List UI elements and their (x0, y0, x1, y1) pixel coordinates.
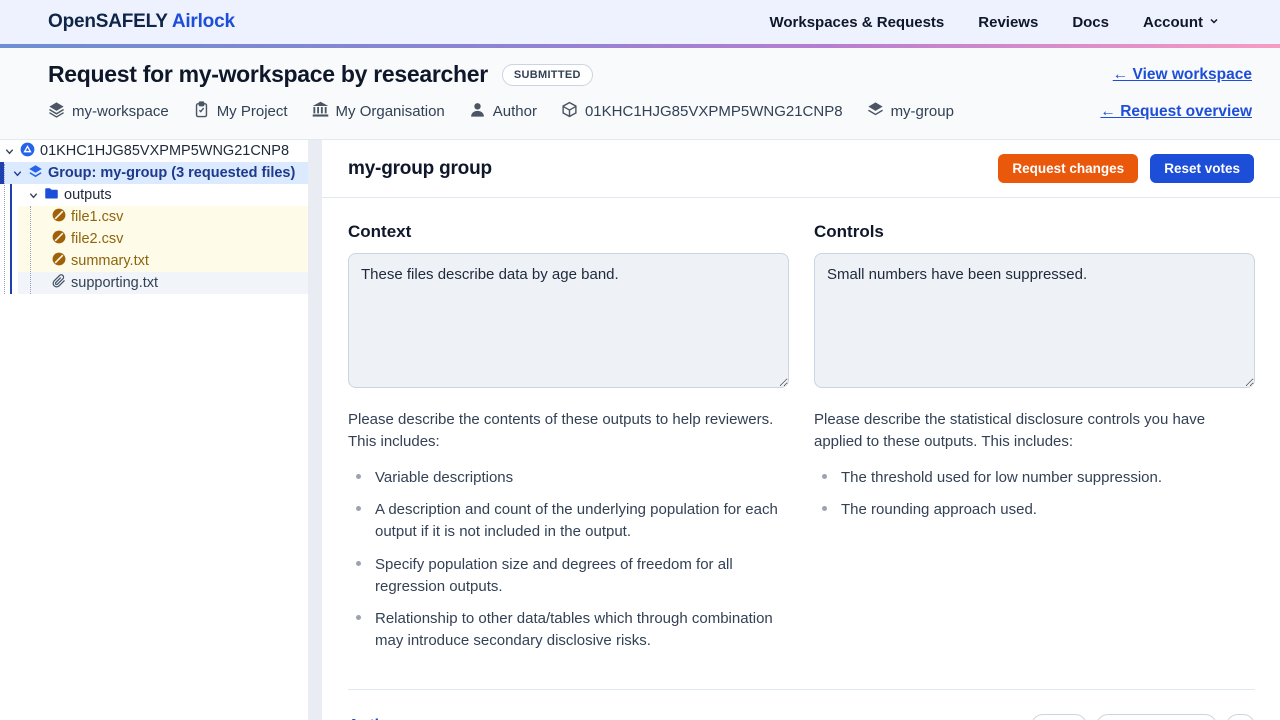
list-item: Variable descriptions (375, 467, 789, 489)
brand-opensafely: OpenSAFELY (48, 11, 167, 32)
brand-logo[interactable]: OpenSAFELY Airlock (48, 11, 235, 33)
meta-group-label: my-group (891, 103, 954, 120)
comment-block: Author Public 2026-02-13 17:42 0 Please … (348, 714, 1255, 720)
request-changes-button[interactable]: Request changes (998, 154, 1138, 183)
layers-icon (48, 101, 65, 122)
status-badge: SUBMITTED (502, 64, 593, 86)
controls-section: Controls Small numbers have been suppres… (814, 222, 1255, 663)
meta-release-id-label: Author (493, 103, 537, 120)
comment-count-badge: 0 (1226, 714, 1255, 720)
folder-icon (44, 186, 59, 205)
list-item: The threshold used for low number suppre… (841, 467, 1255, 489)
tree-guide-line (4, 164, 5, 294)
context-textarea[interactable]: These files describe data by age band. (348, 253, 789, 388)
context-help-list: Variable descriptions A description and … (348, 467, 789, 652)
tree-file-label: file2.csv (71, 231, 123, 247)
group-detail-panel: my-group group Request changes Reset vot… (322, 140, 1280, 720)
layers-icon (28, 164, 43, 183)
selected-group-indicator (10, 184, 12, 294)
controls-help-text: Please describe the statistical disclosu… (814, 409, 1255, 453)
nav-account-menu[interactable]: Account (1143, 14, 1220, 31)
file-under-review-icon (52, 230, 66, 248)
airlock-logo-icon (20, 142, 35, 161)
list-item: The rounding approach used. (841, 499, 1255, 521)
tree-root-request[interactable]: 01KHC1HJG85VXPMP5WNG21CNP8 (0, 140, 308, 162)
file-tree-sidebar: 01KHC1HJG85VXPMP5WNG21CNP8 Group: my-gro… (0, 140, 308, 720)
top-nav-links: Workspaces & Requests Reviews Docs Accou… (769, 14, 1220, 31)
meta-organisation: My Organisation (312, 101, 445, 122)
bank-icon (312, 101, 329, 122)
context-heading: Context (348, 222, 789, 242)
comment-visibility-badge: Public (1031, 714, 1087, 720)
list-item: Relationship to other data/tables which … (375, 608, 789, 652)
file-under-review-icon (52, 208, 66, 226)
brand-airlock: Airlock (172, 11, 235, 32)
request-header: Request for my-workspace by researcher S… (0, 48, 1280, 140)
nav-reviews[interactable]: Reviews (978, 14, 1038, 31)
meta-workspace: my-workspace (48, 101, 169, 122)
meta-organisation-label: My Organisation (336, 103, 445, 120)
tree-group-label: Group: my-group (3 requested files) (48, 165, 295, 181)
tree-file-label: summary.txt (71, 253, 149, 269)
chevron-down-icon[interactable] (28, 190, 39, 201)
tree-file-label: supporting.txt (71, 275, 158, 291)
tree-guide-line (30, 206, 31, 294)
layers-icon (867, 101, 884, 122)
controls-heading: Controls (814, 222, 1255, 242)
nav-account-label: Account (1143, 14, 1203, 31)
file-under-review-icon (52, 252, 66, 270)
meta-project: My Project (193, 101, 288, 122)
context-section: Context These files describe data by age… (348, 222, 789, 663)
cube-icon (561, 101, 578, 122)
request-meta: my-workspace My Project My Organisation … (48, 101, 954, 122)
tree-root-label: 01KHC1HJG85VXPMP5WNG21CNP8 (40, 143, 289, 159)
tree-file-supporting[interactable]: supporting.txt (18, 272, 308, 294)
tree-file-label: file1.csv (71, 209, 123, 225)
section-divider (348, 689, 1255, 690)
comment-timestamp-badge: 2026-02-13 17:42 (1096, 714, 1217, 720)
controls-textarea[interactable]: Small numbers have been suppressed. (814, 253, 1255, 388)
meta-workspace-label: my-workspace (72, 103, 169, 120)
view-workspace-link[interactable]: ← View workspace (1113, 66, 1252, 84)
meta-request-id-label: 01KHC1HJG85VXPMP5WNG21CNP8 (585, 103, 843, 120)
user-icon (469, 101, 486, 122)
nav-workspaces-requests[interactable]: Workspaces & Requests (769, 14, 944, 31)
reset-votes-button[interactable]: Reset votes (1150, 154, 1254, 183)
group-title: my-group group (348, 158, 492, 180)
clipboard-icon (193, 101, 210, 122)
meta-request-id: 01KHC1HJG85VXPMP5WNG21CNP8 (561, 101, 843, 122)
page-title: Request for my-workspace by researcher (48, 61, 488, 88)
paperclip-icon (52, 274, 66, 292)
tree-file-file2[interactable]: file2.csv (18, 228, 308, 250)
context-help-text: Please describe the contents of these ou… (348, 409, 789, 453)
tree-file-summary[interactable]: summary.txt (18, 250, 308, 272)
nav-docs[interactable]: Docs (1072, 14, 1109, 31)
tree-folder-label: outputs (64, 187, 112, 203)
file-tree: 01KHC1HJG85VXPMP5WNG21CNP8 Group: my-gro… (0, 140, 308, 294)
controls-help-list: The threshold used for low number suppre… (814, 467, 1255, 522)
tree-file-file1[interactable]: file1.csv (18, 206, 308, 228)
list-item: Specify population size and degrees of f… (375, 554, 789, 598)
sidebar-resize-handle[interactable] (308, 140, 322, 720)
meta-group: my-group (867, 101, 954, 122)
meta-project-label: My Project (217, 103, 288, 120)
chevron-down-icon[interactable] (4, 146, 15, 157)
meta-author: Author (469, 101, 537, 122)
tree-group-my-group[interactable]: Group: my-group (3 requested files) (0, 162, 308, 184)
top-navigation-bar: OpenSAFELY Airlock Workspaces & Requests… (0, 0, 1280, 44)
list-item: A description and count of the underlyin… (375, 499, 789, 543)
chevron-down-icon[interactable] (12, 168, 23, 179)
tree-folder-outputs[interactable]: outputs (0, 184, 308, 206)
chevron-down-icon (1208, 14, 1220, 31)
request-overview-link[interactable]: ← Request overview (1100, 103, 1252, 121)
